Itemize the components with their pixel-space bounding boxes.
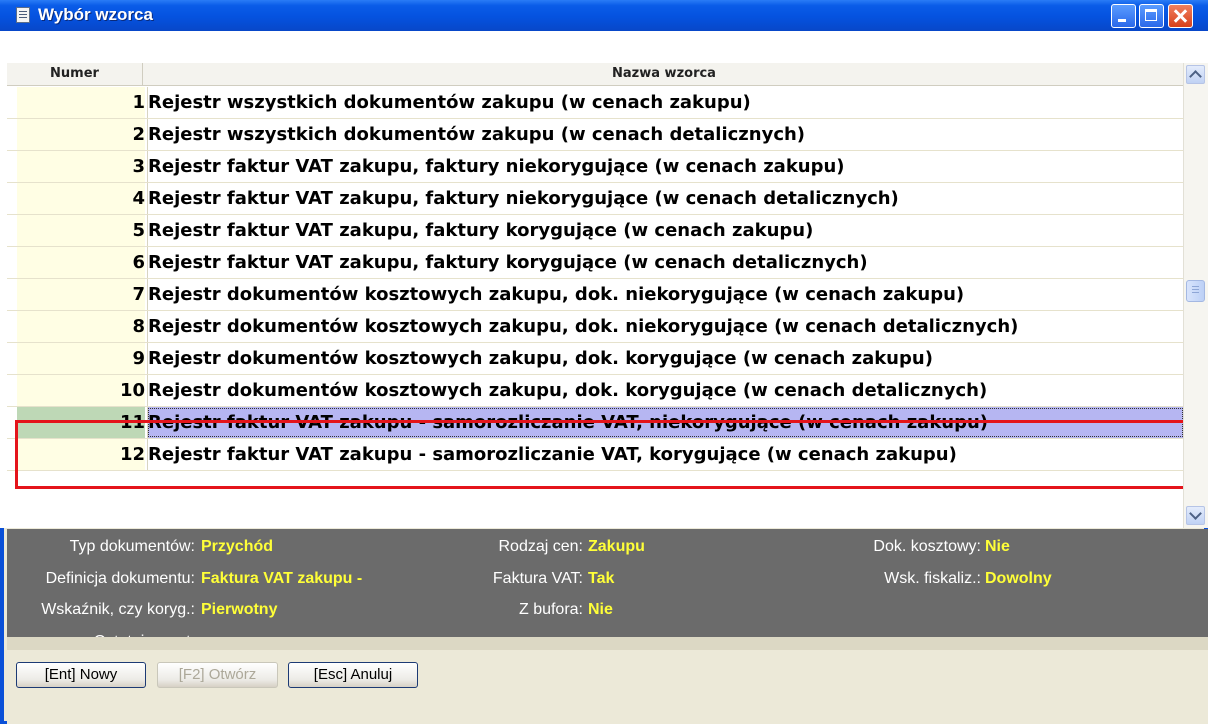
cell-number[interactable]: 5 — [17, 215, 145, 246]
maximize-button[interactable] — [1139, 4, 1164, 28]
row-name: Rejestr dokumentów kosztowych zakupu, do… — [148, 316, 1019, 337]
table-row[interactable]: 6 Rejestr faktur VAT zakupu, faktury kory… — [7, 247, 1183, 279]
cell-number[interactable]: 3 — [17, 151, 145, 182]
value-dok-kosztowy: Nie — [985, 538, 1010, 555]
cell-name[interactable]: Rejestr dokumentów kosztowych zakupu, do… — [147, 375, 1184, 406]
title-bar[interactable]: Wybór wzorca — [0, 0, 1208, 31]
table-row[interactable]: 5 Rejestr faktur VAT zakupu, faktury kory… — [7, 215, 1183, 247]
row-number: 7 — [132, 284, 145, 305]
dialog-window: Wybór wzorca Numer Nazwa wzorca 1 Rejestr… — [0, 0, 1208, 724]
row-name: Rejestr faktur VAT zakupu - samorozlicza… — [148, 412, 989, 433]
label-wskaznik-koryg: Wskaźnik, czy koryg.: — [41, 601, 195, 618]
scroll-down-button[interactable] — [1186, 506, 1205, 525]
row-name: Rejestr wszystkich dokumentów zakupu (w … — [148, 124, 806, 145]
row-number: 6 — [132, 252, 145, 273]
cell-name[interactable]: Rejestr dokumentów kosztowych zakupu, do… — [147, 279, 1184, 310]
row-number: 2 — [132, 124, 145, 145]
cell-name[interactable]: Rejestr wszystkich dokumentów zakupu (w … — [147, 119, 1184, 150]
label-wsk-fiskaliz: Wsk. fiskaliz.: — [884, 570, 981, 587]
value-wsk-fiskaliz: Dowolny — [985, 570, 1052, 587]
cell-number[interactable]: 11 — [17, 407, 145, 438]
table-row[interactable]: 7 Rejestr dokumentów kosztowych zakupu, d… — [7, 279, 1183, 311]
cancel-button[interactable]: [Esc] Anuluj — [288, 662, 418, 688]
scroll-thumb[interactable] — [1186, 280, 1205, 302]
row-name: Rejestr dokumentów kosztowych zakupu, do… — [148, 284, 965, 305]
value-rodzaj-cen: Zakupu — [588, 538, 645, 555]
row-number: 3 — [132, 156, 145, 177]
row-name: Rejestr faktur VAT zakupu - samorozlicza… — [148, 444, 957, 465]
table-row[interactable]: 12 Rejestr faktur VAT zakupu - samorozlic… — [7, 439, 1183, 471]
new-button[interactable]: [Ent] Nowy — [16, 662, 146, 688]
row-number: 5 — [132, 220, 145, 241]
row-name: Rejestr wszystkich dokumentów zakupu (w … — [148, 92, 751, 113]
row-name: Rejestr faktur VAT zakupu, faktury nieko… — [148, 188, 899, 209]
cell-name[interactable]: Rejestr dokumentów kosztowych zakupu, do… — [147, 311, 1184, 342]
cell-number[interactable]: 7 — [17, 279, 145, 310]
cell-name[interactable]: Rejestr faktur VAT zakupu, faktury nieko… — [147, 151, 1184, 182]
row-name: Rejestr faktur VAT zakupu, faktury koryg… — [148, 252, 868, 273]
table-row[interactable]: 2 Rejestr wszystkich dokumentów zakupu (w… — [7, 119, 1183, 151]
close-button[interactable] — [1168, 4, 1193, 28]
cell-name[interactable]: Rejestr faktur VAT zakupu, faktury koryg… — [147, 247, 1184, 278]
label-faktura-vat: Faktura VAT: — [492, 570, 583, 587]
row-name: Rejestr faktur VAT zakupu, faktury nieko… — [148, 156, 845, 177]
row-number: 10 — [119, 380, 145, 401]
document-icon — [16, 7, 30, 23]
table-row[interactable]: 11 Rejestr faktur VAT zakupu - samorozlic… — [7, 407, 1184, 439]
table-row[interactable]: 9 Rejestr dokumentów kosztowych zakupu, d… — [7, 343, 1183, 375]
table-row[interactable]: 8 Rejestr dokumentów kosztowych zakupu, d… — [7, 311, 1183, 343]
table-row[interactable]: 1 Rejestr wszystkich dokumentów zakupu (w… — [7, 87, 1183, 119]
cell-number[interactable]: 6 — [17, 247, 145, 278]
cell-name[interactable]: Rejestr faktur VAT zakupu, faktury koryg… — [147, 215, 1184, 246]
cell-number[interactable]: 9 — [17, 343, 145, 374]
label-rodzaj-cen: Rodzaj cen: — [498, 538, 584, 555]
cell-name[interactable]: Rejestr dokumentów kosztowych zakupu, do… — [147, 343, 1184, 374]
row-number: 1 — [132, 92, 145, 113]
value-z-bufora: Nie — [588, 601, 613, 618]
column-header-number[interactable]: Numer — [7, 63, 143, 85]
row-name: Rejestr faktur VAT zakupu, faktury koryg… — [148, 220, 814, 241]
divider-strip — [7, 637, 1208, 650]
value-faktura-vat: Tak — [588, 570, 615, 587]
table-row[interactable]: 10 Rejestr dokumentów kosztowych zakupu, … — [7, 375, 1183, 407]
value-definicja-dokumentu: Faktura VAT zakupu - — [201, 570, 363, 587]
cell-number[interactable]: 8 — [17, 311, 145, 342]
details-panel: Typ dokumentów: Przychód Definicja dokum… — [7, 529, 1208, 650]
row-name: Rejestr dokumentów kosztowych zakupu, do… — [148, 380, 988, 401]
cell-name[interactable]: Rejestr wszystkich dokumentów zakupu (w … — [147, 87, 1184, 118]
row-number: 12 — [119, 444, 145, 465]
table-row[interactable]: 4 Rejestr faktur VAT zakupu, faktury niek… — [7, 183, 1183, 215]
vertical-scrollbar[interactable] — [1183, 63, 1208, 528]
value-wskaznik-koryg: Pierwotny — [201, 601, 278, 618]
row-number: 9 — [132, 348, 145, 369]
scroll-up-button[interactable] — [1186, 65, 1205, 84]
row-number: 11 — [119, 412, 145, 433]
table-row[interactable]: 3 Rejestr faktur VAT zakupu, faktury niek… — [7, 151, 1183, 183]
cell-name[interactable]: Rejestr faktur VAT zakupu, faktury nieko… — [147, 183, 1184, 214]
open-button[interactable]: [F2] Otwórz — [157, 662, 278, 688]
cell-number[interactable]: 4 — [17, 183, 145, 214]
row-number: 8 — [132, 316, 145, 337]
row-name: Rejestr dokumentów kosztowych zakupu, do… — [148, 348, 933, 369]
value-typ-dokumentow: Przychód — [201, 538, 274, 555]
grid-header: Numer Nazwa wzorca — [7, 63, 1183, 86]
cell-number[interactable]: 1 — [17, 87, 145, 118]
label-typ-dokumentow: Typ dokumentów: — [69, 538, 195, 555]
cell-number[interactable]: 12 — [17, 439, 145, 470]
row-number: 4 — [132, 188, 145, 209]
column-header-name[interactable]: Nazwa wzorca — [145, 63, 1183, 85]
label-definicja-dokumentu: Definicja dokumentu: — [45, 570, 195, 587]
label-dok-kosztowy: Dok. kosztowy: — [873, 538, 981, 555]
label-z-bufora: Z bufora: — [518, 601, 583, 618]
minimize-button[interactable] — [1111, 4, 1136, 28]
cell-name[interactable]: Rejestr faktur VAT zakupu - samorozlicza… — [147, 439, 1184, 470]
cell-number[interactable]: 2 — [17, 119, 145, 150]
window-title: Wybór wzorca — [38, 5, 153, 24]
cell-number[interactable]: 10 — [17, 375, 145, 406]
cell-name[interactable]: Rejestr faktur VAT zakupu - samorozlicza… — [147, 407, 1184, 438]
